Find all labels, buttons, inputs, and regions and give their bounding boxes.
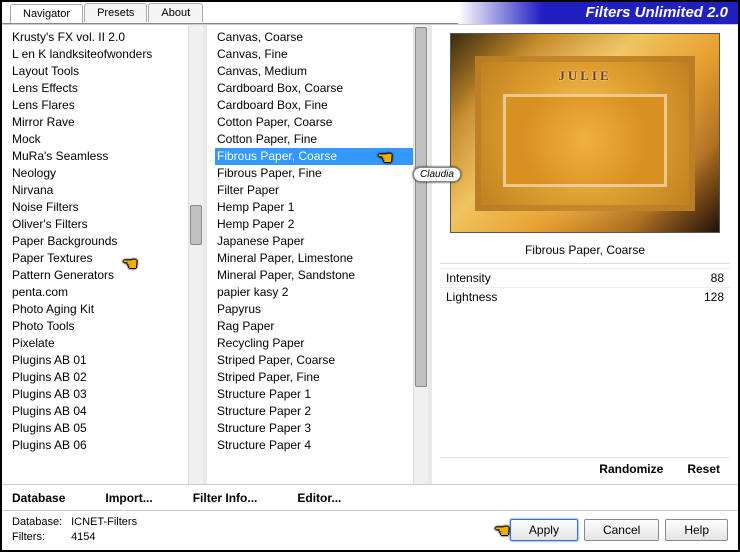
list-item[interactable]: Oliver's Filters — [10, 216, 188, 233]
bottom-bar: Database: ICNET-Filters Filters: 4154 ☛ … — [2, 510, 738, 548]
reset-button[interactable]: Reset — [687, 462, 720, 476]
scrollbar-thumb[interactable] — [415, 27, 427, 387]
list-item[interactable]: Structure Paper 4 — [215, 437, 413, 454]
pointer-icon: ☛ — [494, 521, 510, 542]
list-item[interactable]: Plugins AB 05 — [10, 420, 188, 437]
preview-image: JULIE Claudia — [450, 33, 720, 233]
list-item[interactable]: Photo Aging Kit — [10, 301, 188, 318]
category-list[interactable]: Krusty's FX vol. II 2.0L en K landksiteo… — [2, 25, 188, 484]
list-item[interactable]: Lens Effects — [10, 80, 188, 97]
titlebar: Navigator Presets About Filters Unlimite… — [2, 2, 738, 24]
list-item[interactable]: Mineral Paper, Sandstone — [215, 267, 413, 284]
editor-button[interactable]: Editor... — [297, 491, 341, 505]
database-button[interactable]: Database — [12, 491, 65, 505]
list-item[interactable]: Canvas, Medium — [215, 63, 413, 80]
list-item[interactable]: Noise Filters — [10, 199, 188, 216]
list-item[interactable]: Pattern Generators — [10, 267, 188, 284]
tab-about[interactable]: About — [148, 3, 203, 22]
list-item[interactable]: Plugins AB 01 — [10, 352, 188, 369]
list-item[interactable]: Japanese Paper — [215, 233, 413, 250]
filter-list[interactable]: Canvas, CoarseCanvas, FineCanvas, Medium… — [207, 25, 413, 484]
footer-toolbar: Database Import... Filter Info... Editor… — [2, 484, 738, 510]
list-item[interactable]: Cardboard Box, Fine — [215, 97, 413, 114]
list-item[interactable]: Rag Paper — [215, 318, 413, 335]
list-item[interactable]: Paper Textures — [10, 250, 188, 267]
list-item[interactable]: Structure Paper 3 — [215, 420, 413, 437]
import-button[interactable]: Import... — [105, 491, 152, 505]
list-item[interactable]: Striped Paper, Fine — [215, 369, 413, 386]
help-button[interactable]: Help — [665, 519, 728, 541]
list-item[interactable]: Plugins AB 06 — [10, 437, 188, 454]
list-item[interactable]: Layout Tools — [10, 63, 188, 80]
list-item[interactable]: Plugins AB 04 — [10, 403, 188, 420]
tab-navigator[interactable]: Navigator — [10, 4, 83, 23]
tab-presets[interactable]: Presets — [84, 3, 147, 22]
list-item[interactable]: Structure Paper 1 — [215, 386, 413, 403]
parameter-list: Intensity 88 Lightness 128 — [440, 268, 730, 457]
main-area: Krusty's FX vol. II 2.0L en K landksiteo… — [2, 24, 738, 484]
preview-text: JULIE — [558, 68, 611, 84]
filter-info-button[interactable]: Filter Info... — [193, 491, 258, 505]
randomize-button[interactable]: Randomize — [599, 462, 663, 476]
param-row[interactable]: Lightness 128 — [440, 287, 730, 306]
list-item[interactable]: papier kasy 2 — [215, 284, 413, 301]
apply-button[interactable]: Apply — [510, 519, 578, 541]
list-item[interactable]: Hemp Paper 1 — [215, 199, 413, 216]
scrollbar-thumb[interactable] — [190, 205, 202, 245]
list-item[interactable]: MuRa's Seamless — [10, 148, 188, 165]
list-item[interactable]: Mirror Rave — [10, 114, 188, 131]
list-item[interactable]: L en K landksiteofwonders — [10, 46, 188, 63]
list-item[interactable]: Plugins AB 03 — [10, 386, 188, 403]
list-item[interactable]: Fibrous Paper, Coarse — [215, 148, 413, 165]
list-item[interactable]: Canvas, Fine — [215, 46, 413, 63]
tab-strip: Navigator Presets About — [10, 3, 204, 22]
cancel-button[interactable]: Cancel — [584, 519, 659, 541]
list-item[interactable]: Striped Paper, Coarse — [215, 352, 413, 369]
list-item[interactable]: Cotton Paper, Coarse — [215, 114, 413, 131]
category-scrollbar[interactable] — [188, 25, 203, 484]
list-item[interactable]: Nirvana — [10, 182, 188, 199]
list-item[interactable]: Filter Paper — [215, 182, 413, 199]
list-item[interactable]: Pixelate — [10, 335, 188, 352]
list-item[interactable]: Paper Backgrounds — [10, 233, 188, 250]
param-label: Intensity — [446, 271, 491, 285]
filter-list-pane: Canvas, CoarseCanvas, FineCanvas, Medium… — [207, 25, 432, 484]
list-item[interactable]: penta.com — [10, 284, 188, 301]
param-row[interactable]: Intensity 88 — [440, 268, 730, 287]
list-item[interactable]: Fibrous Paper, Fine — [215, 165, 413, 182]
list-item[interactable]: Lens Flares — [10, 97, 188, 114]
category-list-pane: Krusty's FX vol. II 2.0L en K landksiteo… — [2, 25, 207, 484]
param-label: Lightness — [446, 290, 497, 304]
filter-scrollbar[interactable] — [413, 25, 428, 484]
list-item[interactable]: Structure Paper 2 — [215, 403, 413, 420]
list-item[interactable]: Canvas, Coarse — [215, 29, 413, 46]
list-item[interactable]: Cotton Paper, Fine — [215, 131, 413, 148]
status-text: Database: ICNET-Filters Filters: 4154 — [12, 515, 488, 545]
preview-pane: JULIE Claudia Fibrous Paper, Coarse Inte… — [432, 25, 738, 484]
current-filter-label: Fibrous Paper, Coarse — [440, 243, 730, 257]
app-title: Filters Unlimited 2.0 — [458, 2, 738, 24]
list-item[interactable]: Neology — [10, 165, 188, 182]
list-item[interactable]: Krusty's FX vol. II 2.0 — [10, 29, 188, 46]
param-value: 88 — [711, 271, 724, 285]
list-item[interactable]: Hemp Paper 2 — [215, 216, 413, 233]
list-item[interactable]: Recycling Paper — [215, 335, 413, 352]
list-item[interactable]: Mock — [10, 131, 188, 148]
list-item[interactable]: Papyrus — [215, 301, 413, 318]
list-item[interactable]: Photo Tools — [10, 318, 188, 335]
signature-badge: Claudia — [413, 167, 461, 182]
list-item[interactable]: Plugins AB 02 — [10, 369, 188, 386]
param-value: 128 — [704, 290, 724, 304]
list-item[interactable]: Mineral Paper, Limestone — [215, 250, 413, 267]
list-item[interactable]: Cardboard Box, Coarse — [215, 80, 413, 97]
